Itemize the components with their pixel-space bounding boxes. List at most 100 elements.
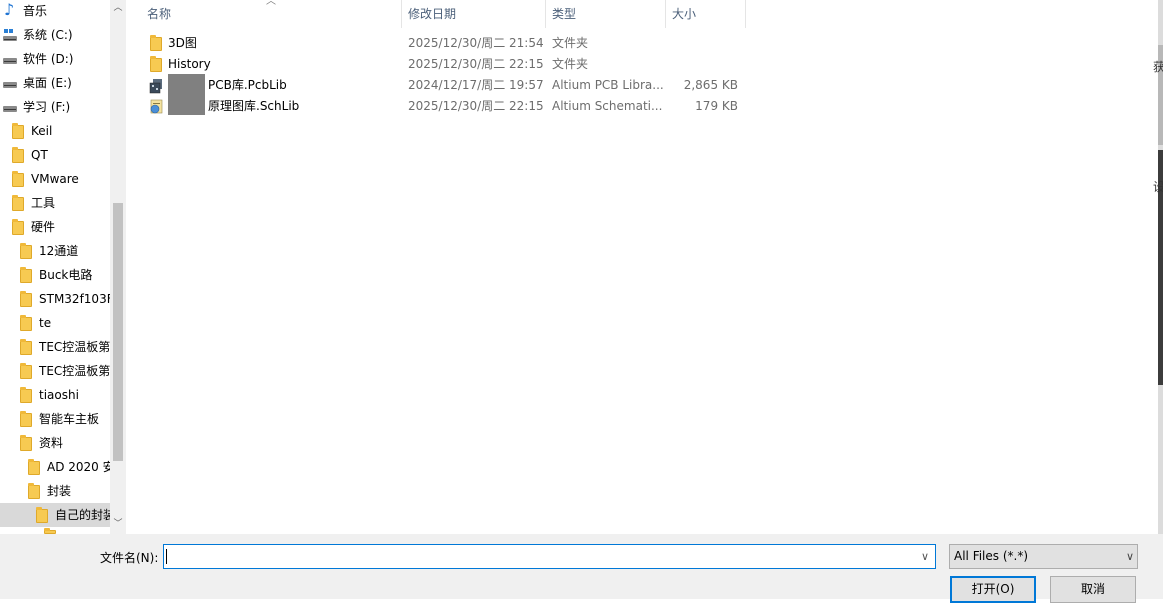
folder-icon xyxy=(12,195,24,211)
filter-value: All Files (*.*) xyxy=(954,549,1029,563)
text-caret xyxy=(166,549,167,564)
nav-item-folder[interactable]: 封装 xyxy=(0,479,110,503)
folder-icon xyxy=(20,435,32,451)
folder-icon xyxy=(20,387,32,403)
nav-item-label: 自己的封装 xyxy=(55,508,110,522)
file-type: Altium PCB Libra... xyxy=(552,78,664,92)
folder-icon xyxy=(12,171,24,187)
nav-item-folder[interactable]: 硬件 xyxy=(0,215,110,239)
drive-icon xyxy=(3,82,17,88)
folder-icon xyxy=(12,147,24,163)
nav-item-music[interactable]: ♪ 音乐 xyxy=(0,0,110,23)
folder-icon xyxy=(20,363,32,379)
file-size: 2,865 KB xyxy=(683,78,738,92)
nav-item-label: 学习 (F:) xyxy=(23,100,71,114)
file-row[interactable]: 3D图 2025/12/30/周二 21:54 文件夹 xyxy=(128,33,748,54)
folder-icon xyxy=(28,483,40,499)
background-text: 设 xyxy=(1153,180,1163,194)
nav-item-label: 音乐 xyxy=(23,4,48,18)
nav-item-folder[interactable]: VMware xyxy=(0,167,110,191)
file-type-filter[interactable]: All Files (*.*) ∨ xyxy=(949,544,1138,569)
folder-icon xyxy=(150,35,162,51)
nav-scrollbar-thumb[interactable] xyxy=(113,203,123,461)
nav-item-label: 工具 xyxy=(31,196,56,210)
nav-item-label: Buck电路 xyxy=(39,268,93,282)
nav-item-folder[interactable]: TEC控温板第 xyxy=(0,359,110,383)
nav-item-drive-f[interactable]: 学习 (F:) xyxy=(0,95,110,119)
folder-icon xyxy=(20,291,32,307)
dialog-footer: 文件名(N): ∨ All Files (*.*) ∨ 打开(O) 取消 xyxy=(0,534,1163,603)
folder-icon xyxy=(20,411,32,427)
nav-item-label: 12通道 xyxy=(39,244,79,258)
folder-icon xyxy=(12,219,24,235)
scroll-down-arrow-icon[interactable]: ﹀ xyxy=(111,518,125,530)
nav-item-label: VMware xyxy=(31,172,79,186)
column-header-name[interactable]: 名称 xyxy=(141,0,401,28)
folder-icon xyxy=(28,459,40,475)
nav-item-label: 软件 (D:) xyxy=(23,52,74,66)
folder-icon xyxy=(20,339,32,355)
file-name: PCB库.PcbLib xyxy=(208,78,287,92)
file-modified: 2025/12/30/周二 22:15 xyxy=(408,57,544,71)
file-name: History xyxy=(168,57,211,71)
folder-icon xyxy=(36,507,48,523)
scroll-up-arrow-icon[interactable]: ︿ xyxy=(111,2,125,14)
nav-item-folder[interactable]: 智能车主板 xyxy=(0,407,110,431)
music-note-icon: ♪ xyxy=(4,0,15,19)
nav-item-label: 资料 xyxy=(39,436,64,450)
nav-item-label: 硬件 xyxy=(31,220,56,234)
nav-item-folder[interactable]: te xyxy=(0,311,110,335)
file-modified: 2025/12/30/周二 21:54 xyxy=(408,36,544,50)
file-modified: 2025/12/30/周二 22:15 xyxy=(408,99,544,113)
schlib-icon xyxy=(150,99,163,114)
folder-icon xyxy=(20,315,32,331)
file-list: ︿ 名称 修改日期 类型 大小 3D图 2025/12/30/周二 21:54 … xyxy=(128,0,1158,534)
chevron-down-icon[interactable]: ∨ xyxy=(916,546,934,567)
nav-item-folder[interactable]: 12通道 xyxy=(0,239,110,263)
nav-item-folder-selected[interactable]: 自己的封装 xyxy=(0,503,110,527)
column-header-type[interactable]: 类型 xyxy=(546,0,665,28)
nav-item-label: STM32f103F xyxy=(39,292,110,306)
background-text: 获 xyxy=(1153,60,1163,74)
nav-item-folder[interactable]: Keil xyxy=(0,119,110,143)
nav-item-folder[interactable]: STM32f103F xyxy=(0,287,110,311)
nav-item-label: 封装 xyxy=(47,484,72,498)
drive-icon xyxy=(3,106,17,112)
nav-item-folder[interactable]: Buck电路 xyxy=(0,263,110,287)
drive-icon xyxy=(3,58,17,64)
file-type: Altium Schemati... xyxy=(552,99,663,113)
folder-icon xyxy=(20,267,32,283)
folder-icon xyxy=(12,123,24,139)
nav-item-label: QT xyxy=(31,148,48,162)
filename-label: 文件名(N): xyxy=(100,551,159,565)
nav-item-label: TEC控温板第 xyxy=(39,340,110,354)
file-modified: 2024/12/17/周二 19:57 xyxy=(408,78,544,92)
nav-item-folder[interactable]: 资料 xyxy=(0,431,110,455)
filename-input[interactable] xyxy=(163,544,936,569)
nav-item-drive-e[interactable]: 桌面 (E:) xyxy=(0,71,110,95)
file-row[interactable]: PCB库.PcbLib 2024/12/17/周二 19:57 Altium P… xyxy=(128,74,748,115)
nav-item-folder[interactable]: 工具 xyxy=(0,191,110,215)
nav-item-drive-c[interactable]: 系统 (C:) xyxy=(0,23,110,47)
file-size: 179 KB xyxy=(695,99,738,113)
nav-item-folder[interactable]: TEC控温板第 xyxy=(0,335,110,359)
nav-item-folder[interactable]: tiaoshi xyxy=(0,383,110,407)
nav-item-label: Keil xyxy=(31,124,53,138)
nav-item-label: te xyxy=(39,316,52,330)
nav-item-folder[interactable]: AD 2020 安 xyxy=(0,455,110,479)
nav-item-folder[interactable]: QT xyxy=(0,143,110,167)
column-header-size[interactable]: 大小 xyxy=(666,0,745,28)
file-name: 原理图库.SchLib xyxy=(208,99,300,113)
file-type: 文件夹 xyxy=(552,57,589,71)
file-row[interactable]: 原理图库.SchLib 2025/12/30/周二 22:15 Altium S… xyxy=(128,96,748,117)
folder-icon xyxy=(150,56,162,72)
nav-item-label: 桌面 (E:) xyxy=(23,76,72,90)
nav-item-label: tiaoshi xyxy=(39,388,79,402)
file-name: 3D图 xyxy=(168,36,197,50)
nav-item-label: AD 2020 安 xyxy=(47,460,110,474)
nav-item-label: 智能车主板 xyxy=(39,412,100,426)
nav-item-drive-d[interactable]: 软件 (D:) xyxy=(0,47,110,71)
nav-item-label: TEC控温板第 xyxy=(39,364,110,378)
column-header-modified[interactable]: 修改日期 xyxy=(402,0,545,28)
file-row[interactable]: History 2025/12/30/周二 22:15 文件夹 xyxy=(128,54,748,75)
